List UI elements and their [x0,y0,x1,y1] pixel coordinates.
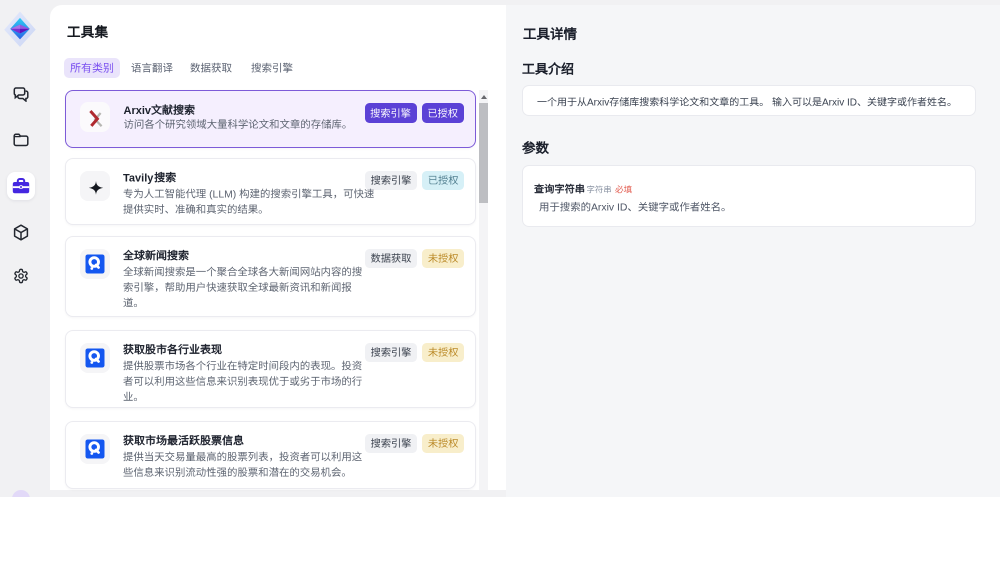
svg-text:Arxiv ID: Arxiv ID [822,97,857,108]
svg-text:(LLM): (LLM) [209,189,236,200]
svg-text:Arxiv: Arxiv [587,97,609,108]
svg-text:Tavily: Tavily [123,172,154,184]
svg-text:Arxiv ID: Arxiv ID [591,203,627,214]
svg-text:Arxiv: Arxiv [124,105,152,117]
